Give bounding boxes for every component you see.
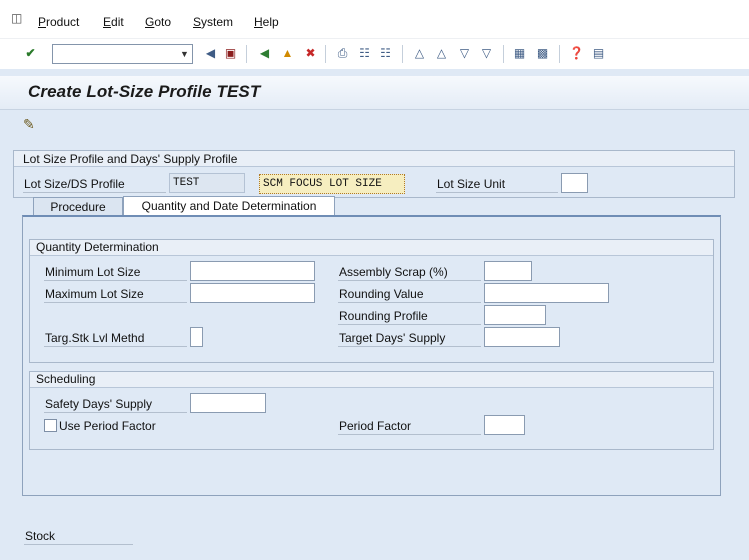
- maximum-lot-size-input[interactable]: [190, 283, 315, 303]
- window-menu-icon[interactable]: ◫: [11, 12, 25, 24]
- cancel-icon[interactable]: ✖: [302, 45, 319, 62]
- profile-field: TEST: [169, 173, 245, 193]
- save-icon[interactable]: ▣: [222, 45, 239, 62]
- rounding-value-input[interactable]: [484, 283, 609, 303]
- last-page-icon[interactable]: ▽: [478, 45, 495, 62]
- lot-size-unit-label: Lot Size Unit: [437, 177, 506, 191]
- assembly-scrap-label: Assembly Scrap (%): [339, 265, 448, 279]
- first-page-icon[interactable]: △: [411, 45, 428, 62]
- safety-days-supply-input[interactable]: [190, 393, 266, 413]
- target-stock-level-method-input[interactable]: [190, 327, 203, 347]
- header-group-title: Lot Size Profile and Days' Supply Profil…: [23, 152, 238, 166]
- enter-check-icon[interactable]: ✔: [22, 45, 39, 62]
- minimum-lot-size-input[interactable]: [190, 261, 315, 281]
- profile-label: Lot Size/DS Profile: [24, 177, 125, 191]
- help-icon[interactable]: ❓: [568, 45, 585, 62]
- period-factor-input[interactable]: [484, 415, 525, 435]
- rounding-profile-label: Rounding Profile: [339, 309, 428, 323]
- menu-help[interactable]: Help: [254, 15, 279, 29]
- profile-description-field: SCM FOCUS LOT SIZE: [259, 174, 405, 194]
- bottom-area: [13, 517, 735, 560]
- scheduling-title: Scheduling: [30, 372, 713, 388]
- minimum-lot-size-label: Minimum Lot Size: [45, 265, 141, 279]
- previous-page-icon[interactable]: △: [433, 45, 450, 62]
- application-toolbar: [0, 110, 749, 140]
- collapse-left-icon[interactable]: ◀: [202, 45, 219, 62]
- lot-size-unit-input[interactable]: [561, 173, 588, 193]
- use-period-factor-checkbox[interactable]: [44, 419, 57, 432]
- target-days-supply-label: Target Days' Supply: [339, 331, 446, 345]
- assembly-scrap-input[interactable]: [484, 261, 532, 281]
- quantity-determination-title: Quantity Determination: [30, 240, 713, 256]
- next-page-icon[interactable]: ▽: [456, 45, 473, 62]
- create-session-icon[interactable]: ▦: [511, 45, 528, 62]
- customize-layout-icon[interactable]: ▤: [590, 45, 607, 62]
- tab-quantity-date-determination[interactable]: Quantity and Date Determination: [123, 196, 335, 217]
- find-next-icon[interactable]: ☷: [377, 45, 394, 62]
- shortcut-icon[interactable]: ▩: [534, 45, 551, 62]
- command-field[interactable]: [52, 44, 193, 64]
- display-change-pencil-icon[interactable]: ✎: [23, 115, 41, 133]
- rounding-value-label: Rounding Value: [339, 287, 424, 301]
- tab-procedure[interactable]: Procedure: [33, 197, 123, 217]
- find-icon[interactable]: ☷: [356, 45, 373, 62]
- exit-icon[interactable]: ▲: [279, 45, 296, 62]
- print-icon[interactable]: ⎙: [334, 45, 351, 62]
- menu-edit[interactable]: Edit: [103, 15, 124, 29]
- use-period-factor-label: Use Period Factor: [59, 419, 156, 433]
- menu-product[interactable]: Product: [38, 15, 79, 29]
- back-icon[interactable]: ◀: [256, 45, 273, 62]
- maximum-lot-size-label: Maximum Lot Size: [45, 287, 144, 301]
- period-factor-label: Period Factor: [339, 419, 412, 433]
- standard-toolbar: ✔ ▼ ◀ ▣ ◀ ▲ ✖ ⎙ ☷ ☷ △ △ ▽ ▽ ▦ ▩ ❓ ▤: [0, 38, 749, 69]
- menu-system[interactable]: System: [193, 15, 233, 29]
- stock-label: Stock: [25, 529, 56, 543]
- target-days-supply-input[interactable]: [484, 327, 560, 347]
- chevron-down-icon[interactable]: ▼: [176, 44, 193, 64]
- menu-bar: ◫ Product Edit Goto System Help: [0, 0, 749, 38]
- safety-days-supply-label: Safety Days' Supply: [45, 397, 153, 411]
- target-stock-level-method-label: Targ.Stk Lvl Methd: [45, 331, 145, 345]
- menu-goto[interactable]: Goto: [145, 15, 171, 29]
- rounding-profile-input[interactable]: [484, 305, 546, 325]
- page-title: Create Lot-Size Profile TEST: [28, 82, 261, 101]
